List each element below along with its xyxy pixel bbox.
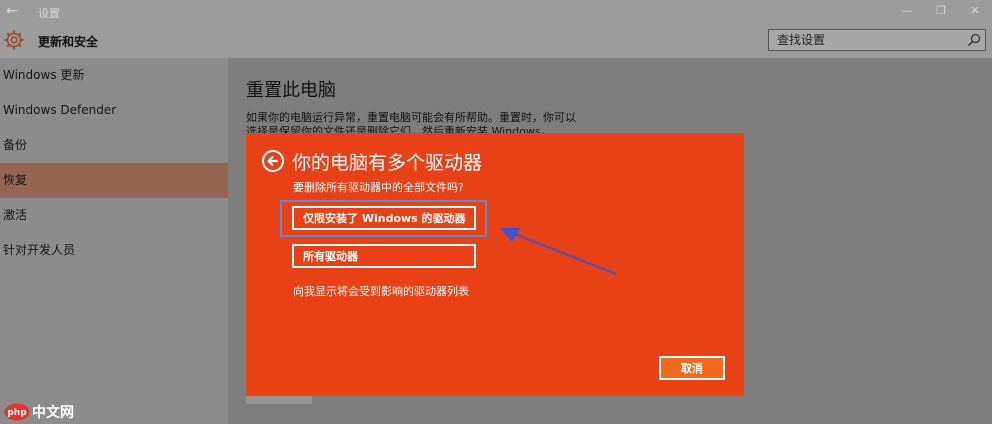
close-button[interactable]: ✕: [958, 0, 992, 24]
show-affected-drives-link[interactable]: 向我显示将会受到影响的驱动器列表: [293, 283, 469, 299]
cancel-button[interactable]: 取消: [659, 356, 725, 380]
php-logo-icon: php: [4, 403, 30, 421]
gear-icon: [4, 30, 24, 50]
dialog-title: 你的电脑有多个驱动器: [292, 152, 483, 174]
only-windows-drive-button[interactable]: 仅限安装了 Windows 的驱动器: [292, 206, 476, 230]
sidebar: Windows 更新 Windows Defender 备份 恢复 激活 针对开…: [0, 58, 228, 424]
sidebar-item-backup[interactable]: 备份: [0, 128, 228, 163]
sidebar-item-for-developers[interactable]: 针对开发人员: [0, 233, 228, 268]
minimize-button[interactable]: —: [890, 0, 924, 24]
window-title: 设置: [38, 7, 60, 20]
section-title: 更新和安全: [38, 35, 99, 49]
dialog-question: 要删除所有驱动器中的全部文件吗?: [293, 181, 464, 194]
search-box[interactable]: [768, 29, 986, 51]
title-bar: ← 设置 — ❐ ✕: [0, 0, 992, 24]
sidebar-item-activation[interactable]: 激活: [0, 198, 228, 233]
search-input[interactable]: [769, 30, 965, 50]
watermark: php 中文网: [4, 402, 74, 422]
settings-header: 更新和安全: [0, 24, 992, 58]
sidebar-item-windows-update[interactable]: Windows 更新: [0, 58, 228, 93]
annotation-arrow-icon: [500, 228, 617, 275]
sidebar-item-windows-defender[interactable]: Windows Defender: [0, 93, 228, 128]
back-circle-icon[interactable]: [262, 150, 284, 172]
back-arrow-icon[interactable]: ←: [6, 3, 18, 19]
window-controls: — ❐ ✕: [890, 0, 992, 24]
svg-text:php: php: [7, 408, 27, 418]
sidebar-item-recovery[interactable]: 恢复: [0, 163, 228, 198]
page-title: 重置此电脑: [246, 80, 336, 101]
watermark-text: 中文网: [32, 405, 74, 421]
restore-button[interactable]: ❐: [924, 0, 958, 24]
all-drives-button[interactable]: 所有驱动器: [292, 244, 476, 268]
search-icon[interactable]: [966, 32, 982, 48]
